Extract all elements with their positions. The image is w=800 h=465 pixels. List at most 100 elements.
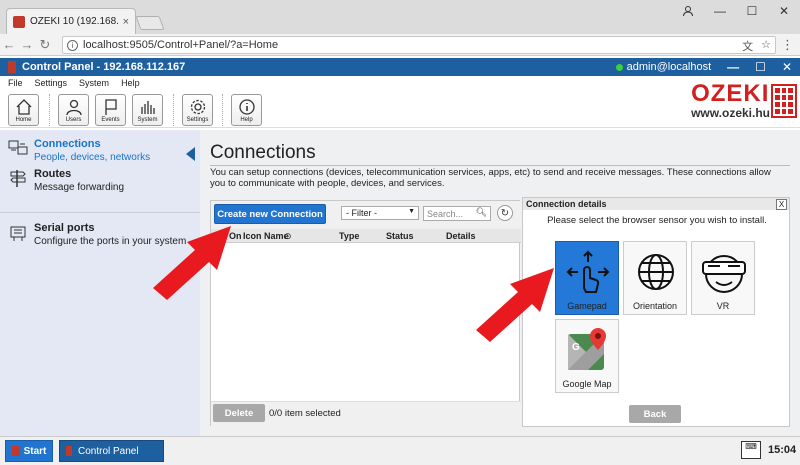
red-arrow-icon (153, 226, 231, 300)
online-status-icon (615, 63, 623, 71)
browser-tab[interactable]: OZEKI 10 (192.168.112.16 × (6, 8, 136, 34)
menu-bar: File Settings System Help (0, 76, 800, 90)
menu-settings[interactable]: Settings (35, 78, 68, 88)
search-icon[interactable]: 🔍︎ (476, 207, 487, 218)
tab-title: OZEKI 10 (192.168.112.16 (30, 16, 118, 27)
back-button[interactable]: Back (629, 405, 681, 423)
ozeki-logo-icon (66, 446, 72, 456)
user-name: admin@localhost (626, 61, 712, 73)
sidebar-item-title: Connections (34, 138, 101, 150)
toolbar-system-button[interactable]: System (132, 94, 163, 126)
toolbar-events-button[interactable]: Events (95, 94, 126, 126)
app-title: Control Panel - 192.168.112.167 (22, 61, 186, 73)
sensor-orientation[interactable]: Orientation (623, 241, 687, 315)
app-close-icon[interactable]: ✕ (782, 60, 792, 74)
translate-icon[interactable]: 文 (742, 38, 753, 54)
column-details[interactable]: Details (446, 231, 476, 241)
ozeki-favicon-icon (13, 15, 25, 28)
column-icon[interactable]: Icon (243, 231, 262, 241)
sidebar-item-title: Routes (34, 168, 72, 180)
forward-arrow-icon[interactable]: → (18, 36, 36, 54)
site-info-icon[interactable]: i (67, 39, 78, 51)
close-details-button[interactable]: X (776, 199, 787, 210)
app-maximize-icon[interactable]: ☐ (755, 60, 766, 74)
details-header: Connection details (523, 198, 789, 210)
browser-menu-icon[interactable]: ⋮ (781, 37, 794, 53)
toolbar-separator (49, 94, 50, 126)
sensor-gamepad[interactable]: Gamepad (555, 241, 619, 315)
column-status[interactable]: Status (386, 231, 414, 241)
serial-port-icon (10, 226, 26, 241)
details-instruction: Please select the browser sensor you wis… (547, 215, 767, 226)
user-indicator[interactable]: admin@localhost (615, 61, 712, 73)
clock: 15:04 (768, 444, 797, 456)
connection-details-panel: Connection details X Please select the b… (522, 197, 790, 427)
chevron-down-icon: ▼ (408, 208, 415, 215)
taskbar-control-panel-label: Control Panel (78, 445, 139, 457)
sensor-vr[interactable]: VR (691, 241, 755, 315)
toolbar-users-button[interactable]: Users (58, 94, 89, 126)
url-text: localhost:9505/Control+Panel/?a=Home (83, 39, 279, 51)
signpost-icon (10, 170, 26, 187)
maximize-button[interactable]: ☐ (736, 0, 768, 22)
selected-item-indicator-icon (186, 147, 195, 161)
filter-value: - Filter - (346, 208, 377, 218)
menu-file[interactable]: File (8, 78, 23, 88)
toolbar-events-label: Events (101, 117, 120, 123)
ozeki-logo-icon (11, 446, 20, 456)
globe-icon (638, 254, 674, 290)
user-profile-icon[interactable] (672, 0, 704, 22)
search-placeholder: Search... (427, 208, 464, 219)
menu-help[interactable]: Help (121, 78, 140, 88)
sidebar-item-subtitle: Message forwarding (34, 182, 125, 193)
filter-select[interactable]: - Filter - ▼ (341, 206, 419, 220)
close-window-button[interactable]: ✕ (768, 0, 800, 22)
toolbar-settings-button[interactable]: Settings (182, 94, 213, 126)
vr-headset-icon (702, 255, 746, 293)
start-button[interactable]: Start (5, 440, 53, 462)
toolbar-separator (173, 94, 174, 126)
page-title: Connections (210, 142, 316, 163)
name-sort-icon[interactable]: ⊝ (284, 231, 292, 242)
tab-close-icon[interactable]: × (123, 16, 129, 28)
toolbar-help-button[interactable]: Help (231, 94, 262, 126)
address-bar[interactable]: i localhost:9505/Control+Panel/?a=Home 文… (62, 36, 776, 54)
google-map-icon: G (568, 328, 606, 370)
sensor-label: Orientation (632, 301, 678, 311)
list-footer: Delete 0/0 item selected (211, 401, 521, 427)
delete-button[interactable]: Delete (213, 404, 265, 422)
minimize-button[interactable]: — (704, 0, 736, 22)
main-toolbar: Home Users Events System Settings Help (0, 90, 800, 128)
back-arrow-icon[interactable]: ← (0, 36, 18, 54)
new-tab-button[interactable] (135, 16, 165, 30)
taskbar: Start Control Panel ⌨ 15:04 (0, 436, 800, 465)
flag-icon (104, 99, 117, 115)
column-type[interactable]: Type (339, 231, 359, 241)
sensor-label: Gamepad (567, 301, 607, 311)
bookmark-star-icon[interactable]: ☆ (761, 38, 771, 54)
start-label: Start (23, 445, 47, 457)
browser-tabstrip: OZEKI 10 (192.168.112.16 × — ☐ ✕ (0, 0, 800, 34)
toolbar-separator (222, 94, 223, 126)
sensor-label: VR (716, 301, 730, 311)
ozeki-keypad-icon (771, 84, 797, 118)
gamepad-touch-icon (566, 250, 610, 293)
list-header: ▼ On Icon Name ⊝ Type Status Details (211, 229, 521, 243)
toolbar-home-button[interactable]: Home (8, 94, 39, 126)
reload-icon[interactable]: ↻ (36, 36, 54, 54)
search-input[interactable]: Search... 🔍︎ (423, 206, 491, 221)
list-toolbar: Create new Connection - Filter - ▼ Searc… (211, 201, 521, 229)
page-description: You can setup connections (devices, tele… (210, 167, 771, 189)
taskbar-control-panel[interactable]: Control Panel (59, 440, 164, 462)
sensor-google-map[interactable]: G Google Map (555, 319, 619, 393)
sidebar-item-routes[interactable]: Routes Message forwarding (8, 168, 124, 193)
toolbar-home-label: Home (15, 117, 32, 123)
toolbar-system-label: System (137, 117, 158, 123)
sidebar-item-connections[interactable]: Connections People, devices, networks (8, 138, 150, 163)
refresh-icon[interactable]: ↻ (497, 205, 513, 221)
menu-system[interactable]: System (79, 78, 109, 88)
app-minimize-icon[interactable]: — (727, 60, 739, 74)
keyboard-icon[interactable]: ⌨ (741, 441, 761, 459)
bars-icon (140, 101, 155, 114)
toolbar-users-label: Users (65, 117, 82, 123)
